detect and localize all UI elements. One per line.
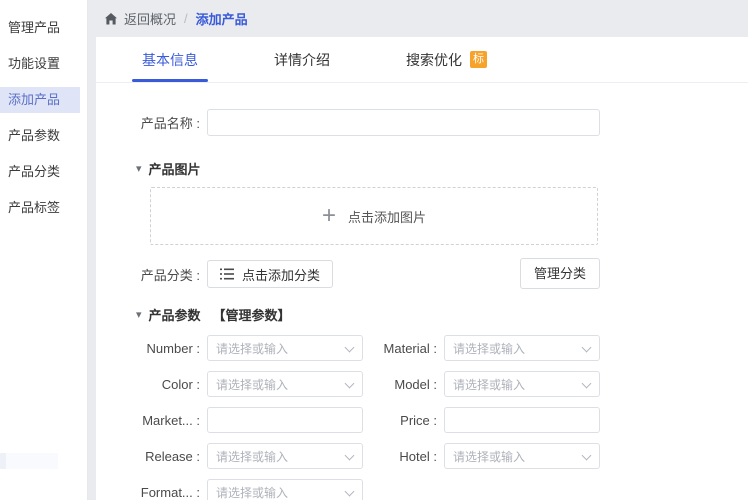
list-icon xyxy=(220,268,234,280)
param-field-color: Color : 请选择或输入 xyxy=(96,371,363,397)
param-label: Material : xyxy=(363,341,437,356)
tab-detail-intro[interactable]: 详情介绍 xyxy=(264,37,340,83)
sidebar: 管理产品 功能设置 添加产品 产品参数 产品分类 产品标签 xyxy=(0,0,88,500)
manage-category-button[interactable]: 管理分类 xyxy=(520,258,600,289)
product-name-row: 产品名称 : xyxy=(96,109,602,136)
sidebar-item-product-params[interactable]: 产品参数 xyxy=(0,123,87,149)
param-select-number[interactable]: 请选择或输入 xyxy=(207,335,363,361)
param-label: Market... : xyxy=(96,413,200,428)
manage-params-link[interactable]: 【管理参数】 xyxy=(213,305,291,324)
product-name-input[interactable] xyxy=(207,109,600,136)
param-select-model[interactable]: 请选择或输入 xyxy=(444,371,600,397)
main-area: 返回概况 / 添加产品 基本信息 详情介绍 搜索优化 标 产品名称 : xyxy=(88,0,748,500)
tab-bar: 基本信息 详情介绍 搜索优化 标 xyxy=(96,37,748,83)
product-category-row: 产品分类 : 点击添加分类 管理分类 xyxy=(96,260,602,288)
param-field-model: Model : 请选择或输入 xyxy=(363,371,600,397)
sidebar-item-function-settings[interactable]: 功能设置 xyxy=(0,51,87,77)
param-label: Format... : xyxy=(96,485,200,500)
param-field-format: Format... : 请选择或输入 xyxy=(96,479,363,500)
add-image-label: 点击添加图片 xyxy=(348,207,426,226)
param-label: Model : xyxy=(363,377,437,392)
tab-badge: 标 xyxy=(470,51,487,68)
param-label: Color : xyxy=(96,377,200,392)
sidebar-item-product-category[interactable]: 产品分类 xyxy=(0,159,87,185)
product-params-section-header: ▾ 产品参数 【管理参数】 xyxy=(136,305,602,324)
watermark xyxy=(0,453,58,469)
param-select-material[interactable]: 请选择或输入 xyxy=(444,335,600,361)
breadcrumb-back-link[interactable]: 返回概况 xyxy=(124,9,176,28)
product-image-section-title: 产品图片 xyxy=(149,159,201,178)
params-row: Format... : 请选择或输入 xyxy=(96,479,602,500)
product-category-label: 产品分类 : xyxy=(96,265,200,284)
params-row: Release : 请选择或输入 Hotel : 请选择或输入 xyxy=(96,443,602,469)
select-placeholder: 请选择或输入 xyxy=(216,484,346,500)
tab-search-optimization-label: 搜索优化 xyxy=(406,38,462,82)
sidebar-item-manage-products[interactable]: 管理产品 xyxy=(0,15,87,41)
product-params-section-title: 产品参数 xyxy=(149,305,201,324)
param-field-price: Price : xyxy=(363,407,600,433)
chevron-down-icon xyxy=(346,342,354,350)
param-select-hotel[interactable]: 请选择或输入 xyxy=(444,443,600,469)
product-image-section-header: ▾ 产品图片 xyxy=(136,159,602,178)
breadcrumb-current: 添加产品 xyxy=(196,9,248,28)
chevron-down-icon xyxy=(346,450,354,458)
select-placeholder: 请选择或输入 xyxy=(216,340,346,357)
param-select-format[interactable]: 请选择或输入 xyxy=(207,479,363,500)
select-placeholder: 请选择或输入 xyxy=(453,376,583,393)
select-placeholder: 请选择或输入 xyxy=(453,340,583,357)
product-form: 产品名称 : ▾ 产品图片 + 点击添加图片 产品分类 : 点击添加分类 xyxy=(96,83,602,500)
params-grid: Number : 请选择或输入 Material : 请选择或输入 xyxy=(96,335,602,500)
chevron-down-icon xyxy=(346,486,354,494)
param-field-number: Number : 请选择或输入 xyxy=(96,335,363,361)
chevron-down-icon xyxy=(583,342,591,350)
add-category-button-label: 点击添加分类 xyxy=(242,265,320,284)
params-row: Market... : Price : xyxy=(96,407,602,433)
param-input-market[interactable] xyxy=(207,407,363,433)
sidebar-item-product-tags[interactable]: 产品标签 xyxy=(0,195,87,221)
param-select-release[interactable]: 请选择或输入 xyxy=(207,443,363,469)
sidebar-item-add-product[interactable]: 添加产品 xyxy=(0,87,80,113)
param-label: Number : xyxy=(96,341,200,356)
tab-detail-intro-label: 详情介绍 xyxy=(274,38,330,82)
params-row: Color : 请选择或输入 Model : 请选择或输入 xyxy=(96,371,602,397)
param-label: Hotel : xyxy=(363,449,437,464)
home-icon[interactable] xyxy=(104,12,118,26)
select-placeholder: 请选择或输入 xyxy=(216,448,346,465)
tab-basic-info-label: 基本信息 xyxy=(142,38,198,82)
tab-search-optimization[interactable]: 搜索优化 标 xyxy=(396,37,497,83)
add-category-button[interactable]: 点击添加分类 xyxy=(207,260,333,288)
param-label: Price : xyxy=(363,413,437,428)
breadcrumb-separator: / xyxy=(184,11,188,26)
select-placeholder: 请选择或输入 xyxy=(453,448,583,465)
content-card: 基本信息 详情介绍 搜索优化 标 产品名称 : ▾ 产品图片 + xyxy=(96,37,748,500)
plus-icon: + xyxy=(322,204,336,228)
chevron-down-icon xyxy=(346,378,354,386)
select-placeholder: 请选择或输入 xyxy=(216,376,346,393)
breadcrumb: 返回概况 / 添加产品 xyxy=(88,0,748,37)
params-row: Number : 请选择或输入 Material : 请选择或输入 xyxy=(96,335,602,361)
tab-basic-info[interactable]: 基本信息 xyxy=(132,37,208,83)
caret-down-icon[interactable]: ▾ xyxy=(136,162,142,175)
product-name-label: 产品名称 : xyxy=(96,113,200,132)
param-field-hotel: Hotel : 请选择或输入 xyxy=(363,443,600,469)
param-field-release: Release : 请选择或输入 xyxy=(96,443,363,469)
param-select-color[interactable]: 请选择或输入 xyxy=(207,371,363,397)
add-image-upload-box[interactable]: + 点击添加图片 xyxy=(150,187,598,245)
chevron-down-icon xyxy=(583,378,591,386)
param-input-price[interactable] xyxy=(444,407,600,433)
param-label: Release : xyxy=(96,449,200,464)
caret-down-icon[interactable]: ▾ xyxy=(136,308,142,321)
param-field-market: Market... : xyxy=(96,407,363,433)
chevron-down-icon xyxy=(583,450,591,458)
param-field-material: Material : 请选择或输入 xyxy=(363,335,600,361)
